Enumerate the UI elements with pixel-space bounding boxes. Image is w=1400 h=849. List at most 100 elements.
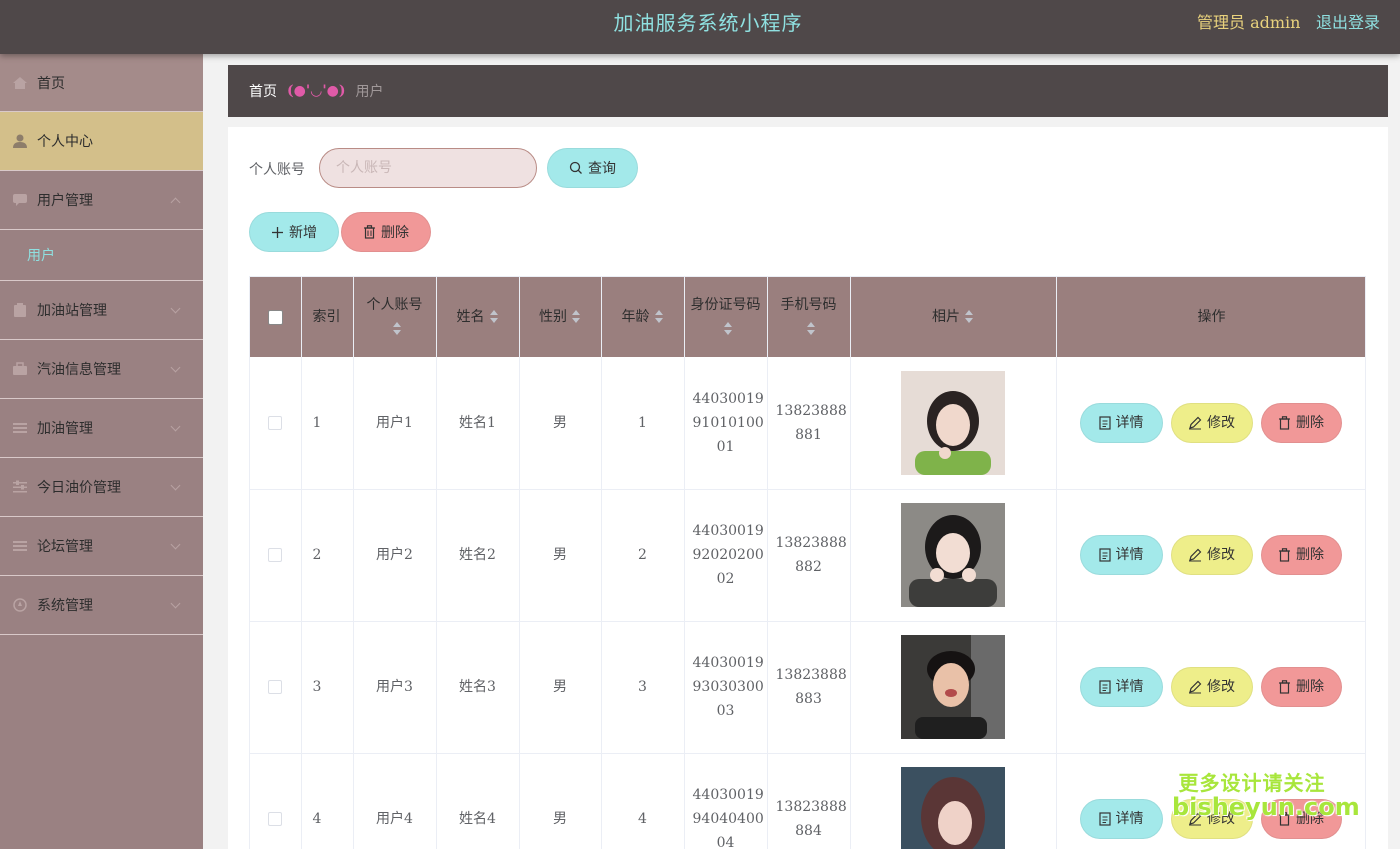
app-title: 加油服务系统小程序 <box>613 11 803 35</box>
row-select-cell <box>250 753 302 849</box>
cell-name: 姓名3 <box>436 621 520 754</box>
cell-account: 用户4 <box>353 753 437 849</box>
edit-button-label: 修改 <box>1207 679 1235 695</box>
trash-icon <box>363 225 376 239</box>
sort-icon[interactable] <box>654 310 664 324</box>
cell-account: 用户3 <box>353 621 437 754</box>
batch-delete-button[interactable]: 删除 <box>341 212 431 252</box>
column-header-gender[interactable]: 性别 <box>519 277 602 357</box>
edit-button[interactable]: 修改 <box>1170 667 1253 707</box>
cell-actions: 详情 修改 删除 <box>1056 357 1365 490</box>
cell-gender: 男 <box>519 489 602 622</box>
detail-button-label: 详情 <box>1115 679 1144 695</box>
clipboard-icon <box>12 303 28 317</box>
sidebar-item-forum[interactable]: 论坛管理 <box>0 517 203 576</box>
row-actions: 详情 修改 删除 <box>1065 535 1359 575</box>
phone-line: 13823888 <box>775 799 847 815</box>
cell-age: 2 <box>601 489 685 622</box>
delete-button[interactable]: 删除 <box>1260 667 1342 707</box>
row-checkbox[interactable] <box>268 415 283 430</box>
select-all-checkbox[interactable] <box>267 309 283 325</box>
column-header-name[interactable]: 姓名 <box>436 277 520 357</box>
add-button[interactable]: 新增 <box>249 212 339 252</box>
sidebar-item-user-management[interactable]: 用户管理 <box>0 171 203 230</box>
user-photo[interactable] <box>901 635 1005 739</box>
briefcase-icon <box>12 362 28 376</box>
cell-gender: 男 <box>519 357 602 490</box>
search-input[interactable] <box>319 148 537 188</box>
select-all-header <box>250 277 302 357</box>
user-photo[interactable] <box>901 370 1005 475</box>
sort-icon[interactable] <box>392 322 402 336</box>
id-line: 04 <box>716 835 735 849</box>
cell-name: 姓名4 <box>436 753 520 849</box>
row-select-cell <box>250 621 302 754</box>
delete-button[interactable]: 删除 <box>1260 402 1342 443</box>
sort-icon[interactable] <box>964 310 974 324</box>
home-icon <box>12 76 28 90</box>
detail-button[interactable]: 详情 <box>1079 667 1163 707</box>
sidebar-subitem-user[interactable]: 用户 <box>0 230 203 281</box>
detail-button[interactable]: 详情 <box>1079 535 1163 575</box>
phone-line: 882 <box>795 559 822 575</box>
search-button[interactable]: 查询 <box>547 148 638 188</box>
pencil-icon <box>1188 416 1202 430</box>
sort-icon[interactable] <box>571 310 581 324</box>
cell-id-number: 44030019 91010100 01 <box>684 357 768 490</box>
cell-id-number: 44030019 94040400 04 <box>684 753 768 849</box>
id-line: 44030019 <box>692 655 764 671</box>
sidebar-item-system[interactable]: 系统管理 <box>0 576 203 635</box>
detail-button[interactable]: 详情 <box>1079 799 1163 839</box>
phone-line: 13823888 <box>775 667 847 683</box>
edit-button-label: 修改 <box>1207 414 1235 431</box>
sidebar-item-personal-center[interactable]: 个人中心 <box>0 112 203 171</box>
cell-photo <box>850 621 1057 754</box>
breadcrumb: 首页 (●'◡'●) 用户 <box>228 65 1388 117</box>
sidebar-item-label: 今日油价管理 <box>37 480 121 496</box>
cell-photo <box>850 489 1057 622</box>
sidebar-item-home[interactable]: 首页 <box>0 54 203 112</box>
sidebar-item-oil-price[interactable]: 今日油价管理 <box>0 458 203 517</box>
chevron-down-icon <box>170 539 181 550</box>
edit-button[interactable]: 修改 <box>1170 402 1253 443</box>
delete-button-label: 删除 <box>1296 679 1324 695</box>
id-line: 44030019 <box>692 390 764 407</box>
column-header-account[interactable]: 个人账号 <box>353 277 437 357</box>
row-actions: 详情 修改 删除 <box>1065 402 1359 443</box>
detail-button[interactable]: 详情 <box>1079 402 1163 443</box>
sort-icon[interactable] <box>489 310 499 324</box>
user-photo[interactable] <box>901 767 1005 849</box>
document-icon <box>1098 680 1111 694</box>
sidebar-item-station-management[interactable]: 加油站管理 <box>0 281 203 340</box>
user-table: 索引 个人账号 姓名 性别 年龄 身份证号码 手机号码 相片 操作 1 用户1 … <box>249 276 1366 849</box>
user-photo[interactable] <box>901 503 1005 607</box>
cell-phone: 13823888 881 <box>767 357 851 490</box>
sort-icon[interactable] <box>723 322 733 336</box>
user-icon <box>12 134 28 148</box>
edit-button[interactable]: 修改 <box>1170 535 1253 575</box>
delete-button[interactable]: 删除 <box>1260 535 1342 575</box>
batch-delete-button-label: 删除 <box>381 225 409 241</box>
row-checkbox[interactable] <box>268 548 283 562</box>
table-row: 3 用户3 姓名3 男 3 44030019 93030300 03 13823… <box>250 621 1365 754</box>
row-checkbox[interactable] <box>268 680 283 694</box>
column-header-photo[interactable]: 相片 <box>850 277 1057 357</box>
trash-icon <box>1278 680 1291 694</box>
id-line: 92020200 <box>692 547 764 563</box>
logout-link[interactable]: 退出登录 <box>1316 0 1380 46</box>
column-header-phone[interactable]: 手机号码 <box>767 277 851 357</box>
sidebar-item-refuel-management[interactable]: 加油管理 <box>0 399 203 458</box>
row-checkbox[interactable] <box>268 812 283 826</box>
plus-icon <box>271 226 284 239</box>
sidebar-item-label: 系统管理 <box>37 598 93 614</box>
sidebar-item-gasoline-info[interactable]: 汽油信息管理 <box>0 340 203 399</box>
table-row: 1 用户1 姓名1 男 1 44030019 91010100 01 13823… <box>250 357 1365 490</box>
cell-id-number: 44030019 92020200 02 <box>684 489 768 622</box>
chevron-down-icon <box>170 421 181 432</box>
sort-icon[interactable] <box>806 322 816 336</box>
column-header-id-number[interactable]: 身份证号码 <box>684 277 768 357</box>
search-button-label: 查询 <box>588 161 616 177</box>
column-header-age[interactable]: 年龄 <box>601 277 685 357</box>
cell-account: 用户1 <box>353 357 437 490</box>
breadcrumb-home[interactable]: 首页 <box>249 81 277 101</box>
